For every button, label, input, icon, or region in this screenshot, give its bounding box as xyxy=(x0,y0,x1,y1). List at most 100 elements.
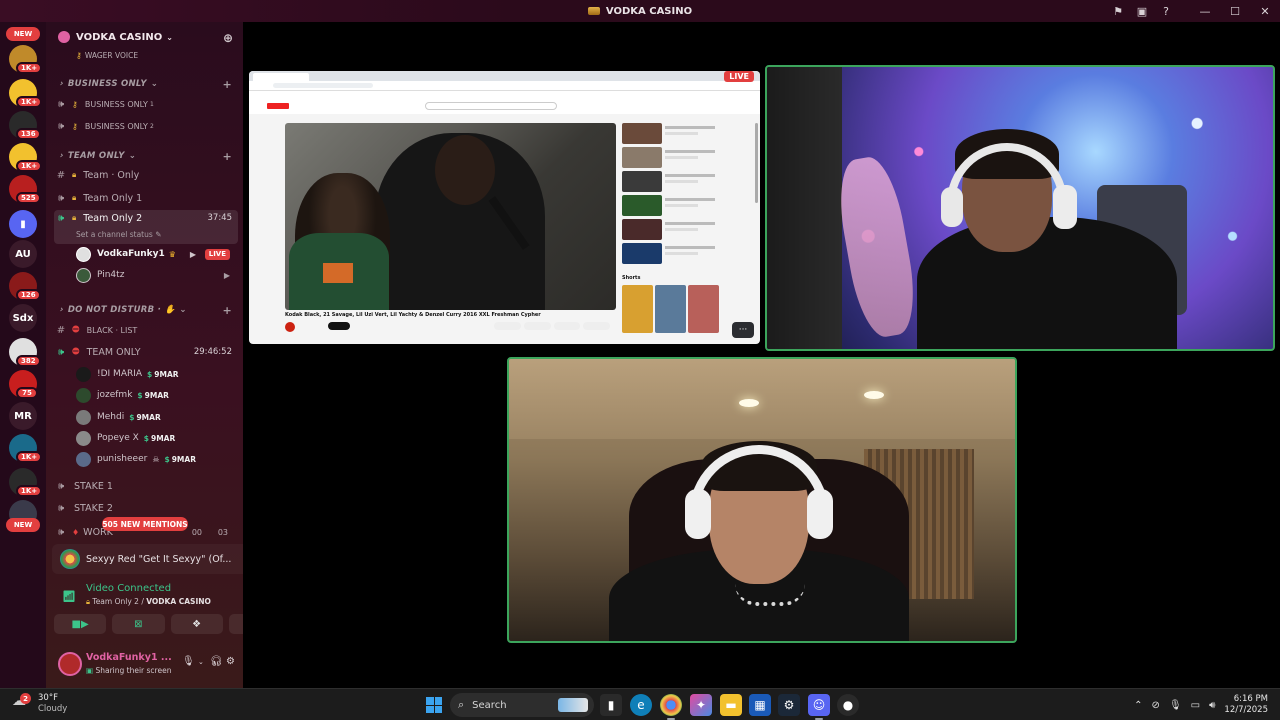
copilot-icon[interactable]: ✦ xyxy=(690,694,712,716)
more-options-button[interactable]: ··· xyxy=(732,322,754,338)
activities-button[interactable]: ❖ xyxy=(170,614,223,634)
add-channel-icon[interactable]: + xyxy=(222,78,232,91)
edge-icon[interactable]: e xyxy=(630,694,652,716)
key-icon: ⚷ xyxy=(76,50,82,60)
channel-stake-1[interactable]: 🕪 STAKE 1 xyxy=(54,476,238,496)
member-popeye-x[interactable]: Popeye X $9MAR xyxy=(76,428,238,448)
speaker-icon: 🕪 xyxy=(57,98,65,110)
stop-stream-button[interactable]: ⊠ xyxy=(112,614,165,634)
taskbar-search[interactable]: ⌕ Search xyxy=(450,693,594,717)
browser-tab-bar xyxy=(249,71,760,81)
new-pill[interactable]: NEW xyxy=(6,27,40,41)
unread-badge: 75 xyxy=(16,387,38,399)
chevron-down-icon: ⌄ xyxy=(128,151,137,161)
channel-business-only-1[interactable]: 🕪 ⚷ BUSINESS ONLY 1 xyxy=(54,94,238,114)
microphone-icon[interactable]: 🎙︎ xyxy=(182,656,195,667)
help-icon[interactable]: ? xyxy=(1154,0,1178,22)
screen-share-icon[interactable]: ▣ xyxy=(1130,0,1154,22)
store-icon[interactable]: ▦ xyxy=(749,694,771,716)
network-off-icon[interactable]: ⊘ xyxy=(1152,700,1160,711)
category-business-only[interactable]: › BUSINESS ONLY ⌄ + xyxy=(60,76,238,92)
guild-header[interactable]: VODKA CASINO ⌄ ⊕ xyxy=(46,22,243,52)
discord-icon[interactable]: ☺ xyxy=(808,694,830,720)
channel-team-only[interactable]: # 🔒︎ Team · Only xyxy=(54,165,238,185)
category-do-not-disturb[interactable]: › DO NOT DISTURB · ✋ ⌄ + xyxy=(60,302,238,318)
user-name[interactable]: VodkaFunky1 ... xyxy=(86,652,172,663)
user-status: ▣ Sharing their screen xyxy=(86,666,172,675)
video-player xyxy=(285,123,616,310)
display-icon[interactable]: ▭ xyxy=(1191,700,1200,711)
camera-icon: ▶ xyxy=(189,249,196,259)
server-icon[interactable]: MR xyxy=(9,402,37,430)
voice-user-pin4tz[interactable]: Pin4tz ▶ xyxy=(76,265,238,285)
weather-widget[interactable]: ☁ 2 30°F Cloudy xyxy=(12,693,67,715)
set-channel-status[interactable]: Set a channel status ✎ xyxy=(76,230,161,239)
unread-badge: 382 xyxy=(16,355,41,367)
chrome-icon[interactable] xyxy=(660,694,682,720)
chevron-down-icon[interactable]: ⌄ xyxy=(198,658,204,666)
app-icon[interactable]: ● xyxy=(837,694,859,716)
server-logo-icon xyxy=(587,7,600,15)
webcam-tile-1[interactable] xyxy=(765,65,1275,351)
avatar xyxy=(76,387,91,403)
file-explorer-icon[interactable]: ▬ xyxy=(720,694,742,716)
guild-icon xyxy=(58,31,70,43)
category-team-only[interactable]: › TEAM ONLY ⌄ + xyxy=(60,148,238,164)
shorts-row xyxy=(622,285,719,333)
settings-gear-icon[interactable]: ⚙ xyxy=(226,656,235,667)
speaker-icon: 🕪 xyxy=(57,120,65,132)
maximize-button[interactable]: ☐ xyxy=(1220,0,1250,22)
add-channel-icon[interactable]: + xyxy=(222,304,232,317)
headphones-icon[interactable]: 🎧︎ xyxy=(210,656,223,667)
lock-icon: 🔒︎ xyxy=(86,597,90,606)
no-entry-icon: ⛔︎ xyxy=(72,347,80,357)
chevron-up-icon[interactable]: ⌃ xyxy=(1134,700,1142,711)
unread-badge: 1K+ xyxy=(16,160,43,172)
screen-share-icon: ▣ xyxy=(86,666,94,675)
voice-status-title[interactable]: Video Connected xyxy=(86,583,171,594)
new-pill[interactable]: NEW xyxy=(6,518,40,532)
avatar xyxy=(76,430,91,446)
camera-button[interactable]: ■▶ xyxy=(54,614,107,634)
channel-business-only-2[interactable]: 🕪 ⚷ BUSINESS ONLY 2 xyxy=(54,116,238,136)
clock[interactable]: 6:16 PM 12/7/2025 xyxy=(1224,694,1268,716)
inbox-icon[interactable]: ⚑ xyxy=(1106,0,1130,22)
close-button[interactable]: ✕ xyxy=(1250,0,1280,22)
avatar xyxy=(76,246,91,262)
unread-badge: 1K+ xyxy=(16,451,43,463)
channel-team-only-caps[interactable]: 🕪 ⛔︎ TEAM ONLY 29:46:52 xyxy=(54,342,238,362)
unread-badge: 1K+ xyxy=(16,485,43,497)
channel-wager-voice[interactable]: ⚷ WAGER VOICE xyxy=(76,49,236,61)
voice-user-vodkafunky1[interactable]: VodkaFunky1 ♛ ▶ LIVE xyxy=(76,244,238,264)
member-jozefmk[interactable]: jozefmk $9MAR xyxy=(76,385,238,405)
windows-start-icon[interactable] xyxy=(426,697,442,713)
screen-share-tile[interactable]: Kodak Black, 21 Savage, Lil Uzi Vert, Li… xyxy=(249,71,760,344)
member-mehdi[interactable]: Mehdi $9MAR xyxy=(76,407,238,427)
webcam-tile-2[interactable] xyxy=(507,357,1017,643)
server-icon[interactable]: Sdx xyxy=(9,304,37,332)
key-icon: ⚷ xyxy=(72,99,78,109)
task-view-icon[interactable]: ▮ xyxy=(600,694,622,716)
voice-status-channel[interactable]: 🔒︎ Team Only 2 / VODKA CASINO xyxy=(86,597,211,607)
channel-black-list[interactable]: # ⛔︎ BLACK · LIST xyxy=(54,320,238,340)
microphone-icon[interactable]: 🎙︎ xyxy=(1169,700,1182,711)
chevron-icon: › xyxy=(60,151,64,161)
steam-icon[interactable]: ⚙ xyxy=(778,694,800,716)
member-punisheeer[interactable]: punisheeer ☠ $9MAR xyxy=(76,449,238,469)
add-channel-icon[interactable]: + xyxy=(222,150,232,163)
window-title-text: VODKA CASINO xyxy=(605,5,693,17)
minimize-button[interactable]: — xyxy=(1190,0,1220,22)
money-icon: $ xyxy=(129,412,135,422)
activity-title: Sexyy Red "Get It Sexyy" (Of... xyxy=(86,553,232,565)
new-mentions-pill[interactable]: 505 NEW MENTIONS xyxy=(102,517,188,531)
member-di-maria[interactable]: !DI MARIA $9MAR xyxy=(76,364,238,384)
server-icon[interactable]: ▮ xyxy=(9,210,37,238)
add-member-icon[interactable]: ⊕ xyxy=(223,31,233,45)
speaker-icon[interactable]: 🔊︎ xyxy=(1209,700,1215,711)
youtube-search xyxy=(425,102,557,110)
user-avatar[interactable] xyxy=(58,652,82,676)
server-icon[interactable]: AU xyxy=(9,240,37,268)
notification-badge: 2 xyxy=(20,693,31,704)
channel-team-only-1[interactable]: 🕪 🔒︎ Team Only 1 xyxy=(54,188,238,208)
channel-stake-2[interactable]: 🕪 STAKE 2 xyxy=(54,498,238,518)
